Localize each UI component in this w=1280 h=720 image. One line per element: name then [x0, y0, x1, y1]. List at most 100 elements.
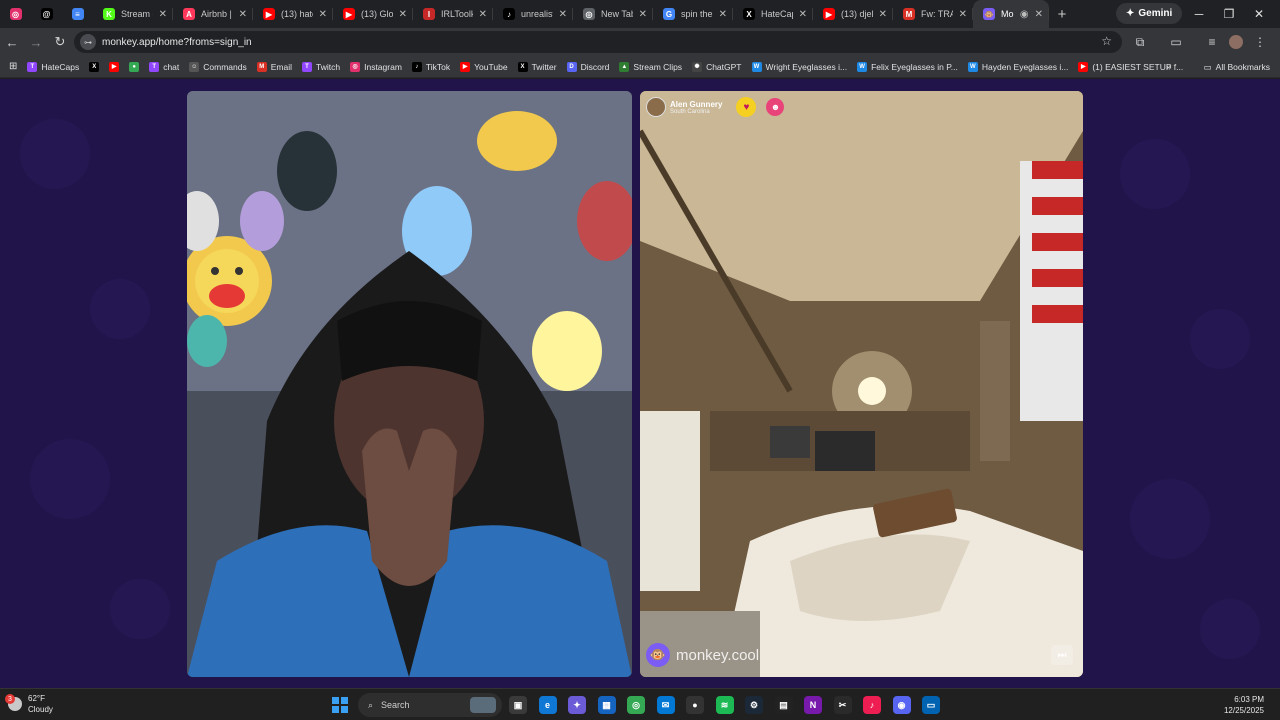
capcut-icon[interactable]: ✂ [833, 696, 852, 714]
tab-11[interactable]: 🐵 Mon ◉ ✕ [973, 0, 1049, 28]
gemini-button[interactable]: ✦ Gemini [1116, 3, 1183, 24]
tab-label: Airbnb | [201, 9, 232, 19]
maximize-button[interactable]: ❐ [1214, 0, 1244, 28]
bookmark-14[interactable]: ✺ ChatGPT [687, 56, 746, 78]
bookmark-5[interactable]: ☺ Commands [184, 56, 251, 78]
close-tab-icon[interactable]: ✕ [479, 9, 487, 20]
bookmark-star-icon[interactable]: ☆ [1101, 34, 1112, 48]
audio-icon: ◉ [1019, 8, 1029, 20]
bookmark-4[interactable]: Tchat [144, 56, 184, 78]
bookmark-16[interactable]: W Felix Eyeglasses in P... [852, 56, 963, 78]
close-window-button[interactable]: ✕ [1244, 0, 1274, 28]
tab-2[interactable]: ▶ (13) hate ✕ [253, 0, 333, 28]
pinned-tab-threads[interactable]: @ [31, 0, 62, 28]
pinned-tab-instagram[interactable]: ◎ [0, 0, 31, 28]
monkey-gift-icon[interactable]: ☻ [766, 98, 785, 116]
minimize-button[interactable]: ─ [1184, 0, 1214, 28]
discord-icon[interactable]: ◉ [892, 696, 911, 714]
pinned-tab-docs[interactable]: ≡ [62, 0, 93, 28]
chrome-icon[interactable]: ◎ [627, 696, 645, 714]
folder-icon: ▭ [1203, 61, 1212, 72]
bookmark-12[interactable]: D Discord [562, 56, 615, 78]
bookmark-8[interactable]: ◎ Instagram [345, 56, 407, 78]
close-tab-icon[interactable]: ✕ [159, 9, 167, 20]
remote-user-chip[interactable]: Alen Gunnery South Carolina ♥ ☻ [646, 97, 785, 117]
youtube-icon: ▶ [343, 8, 355, 20]
media-controls-button[interactable]: ≡ [1200, 28, 1224, 56]
monkey-app-page: Alen Gunnery South Carolina ♥ ☻ 🐵 monkey… [0, 79, 1280, 688]
heart-icon[interactable]: ♥ [736, 97, 757, 117]
bookmark-7[interactable]: T Twitch [297, 56, 345, 78]
bookmark-3[interactable]: ● [124, 56, 144, 78]
outlook-icon[interactable]: ✉ [656, 696, 675, 714]
store-icon[interactable]: ▦ [597, 696, 616, 714]
close-tab-icon[interactable]: ✕ [319, 9, 327, 20]
tab-5[interactable]: ♪ unrealist ✕ [493, 0, 573, 28]
tab-3[interactable]: ▶ (13) Glo ✕ [333, 0, 413, 28]
edge-icon[interactable]: e [538, 696, 557, 714]
close-tab-icon[interactable]: ✕ [959, 9, 967, 20]
site-info-icon[interactable]: ⊶ [80, 34, 96, 50]
back-button[interactable]: ← [0, 30, 24, 54]
address-bar[interactable]: ⊶ monkey.app/home?froms=sign_in ☆ [74, 31, 1122, 53]
forward-button[interactable]: → [24, 30, 48, 54]
bookmark-11[interactable]: X Twitter [513, 56, 562, 78]
tab-label: Stream - [121, 9, 153, 19]
youtube-icon: ▶ [823, 8, 835, 20]
extensions-button[interactable]: ⧉ [1128, 28, 1152, 56]
menu-button[interactable]: ⋮ [1248, 28, 1272, 56]
tab-10[interactable]: M Fw: TRA ✕ [893, 0, 973, 28]
new-tab-button[interactable]: + [1049, 6, 1075, 23]
task-view-icon[interactable]: ▣ [509, 696, 527, 714]
obs-icon[interactable]: ● [686, 696, 704, 714]
onenote-icon[interactable]: N [804, 696, 822, 714]
bookmark-13[interactable]: ▲ Stream Clips [614, 56, 687, 78]
profile-button[interactable] [1224, 28, 1248, 56]
tab-8[interactable]: X HateCap ✕ [733, 0, 813, 28]
tab-1[interactable]: A Airbnb | ✕ [173, 0, 253, 28]
weather-widget[interactable]: 3 62°F Cloudy [5, 693, 53, 715]
app-icon[interactable]: ▤ [774, 696, 793, 714]
start-button[interactable] [332, 697, 348, 713]
steam-icon[interactable]: ⚙ [745, 696, 763, 714]
spotify-icon[interactable]: ≋ [715, 696, 734, 714]
tab-6[interactable]: ◎ New Tab ✕ [573, 0, 653, 28]
close-tab-icon[interactable]: ✕ [719, 9, 727, 20]
tiktok-icon[interactable]: ♪ [863, 696, 881, 714]
twitch-icon: T [302, 61, 313, 72]
bookmark-10[interactable]: ▶ YouTube [455, 56, 512, 78]
wp-icon: W [857, 61, 868, 72]
close-tab-icon[interactable]: ✕ [559, 9, 567, 20]
bookmark-1[interactable]: X [84, 56, 104, 78]
tab-search-button[interactable]: ▭ [1164, 28, 1188, 56]
taskbar-search[interactable]: ⌕ Search [358, 693, 502, 717]
bookmark-0[interactable]: T HateCaps [22, 56, 84, 78]
close-tab-icon[interactable]: ✕ [799, 9, 807, 20]
skip-next-button[interactable]: ⏭ [1051, 645, 1073, 665]
all-bookmarks-button[interactable]: ▭ All Bookmarks [1204, 56, 1270, 78]
bookmark-2[interactable]: ▶ [104, 56, 124, 78]
tab-9[interactable]: ▶ (13) djel ✕ [813, 0, 893, 28]
bookmark-17[interactable]: W Hayden Eyeglasses i... [963, 56, 1073, 78]
remote-desktop-icon[interactable]: ▭ [922, 696, 940, 714]
system-clock[interactable]: 6:03 PM 12/25/2025 [1224, 694, 1264, 716]
back-arrow-icon: ← [5, 34, 19, 50]
puzzle-icon: ⧉ [1135, 34, 1145, 49]
tab-7[interactable]: Gspin the ✕ [653, 0, 733, 28]
close-tab-icon[interactable]: ✕ [639, 9, 647, 20]
more-bookmarks-button[interactable]: » [1166, 56, 1172, 78]
tab-label: Mon [1001, 9, 1014, 19]
tab-0[interactable]: K Stream - ✕ [93, 0, 173, 28]
close-tab-icon[interactable]: ✕ [239, 9, 247, 20]
apps-button[interactable]: ⊞ [4, 56, 22, 78]
close-tab-icon[interactable]: ✕ [1035, 9, 1043, 20]
reload-button[interactable]: ↻ [48, 30, 72, 54]
bookmark-6[interactable]: M Email [252, 56, 297, 78]
tab-4[interactable]: I IRLToolk ✕ [413, 0, 493, 28]
bookmark-9[interactable]: ♪ TikTok [407, 56, 455, 78]
close-tab-icon[interactable]: ✕ [399, 9, 407, 20]
copilot-icon[interactable]: ✦ [568, 696, 586, 714]
close-tab-icon[interactable]: ✕ [879, 9, 887, 20]
skip-forward-icon: ⏭ [1057, 649, 1067, 661]
bookmark-15[interactable]: W Wright Eyeglasses i... [747, 56, 853, 78]
